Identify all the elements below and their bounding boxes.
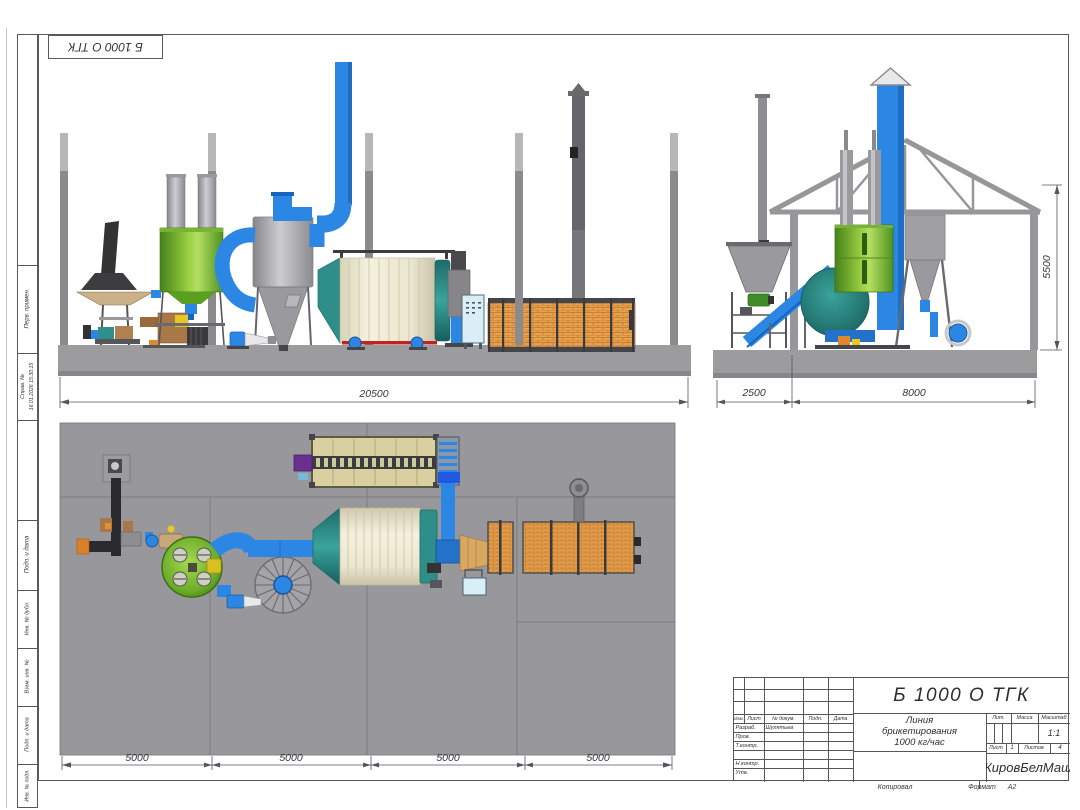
- tb-razrab-name: Шулятьев: [764, 723, 805, 732]
- belt-conveyor-plan: [294, 434, 460, 488]
- tb-product-name: Линия брикетирования 1000 кг/час: [853, 716, 986, 750]
- dim-label-20500: 20500: [358, 388, 388, 400]
- dim-label-5000-1: 5000: [125, 752, 149, 764]
- tb-line: [994, 723, 995, 743]
- tb-company: КировБелМаш: [986, 753, 1070, 782]
- tb-header-izm: Изм.: [734, 714, 744, 723]
- tb-line: [734, 750, 853, 751]
- tb-sheet-label: Лист: [986, 743, 1006, 753]
- tb-designation: Б 1000 О ТГК: [853, 678, 1070, 713]
- tb-header-data: Дата: [828, 714, 853, 723]
- footer-format-value: А2: [1002, 783, 1022, 792]
- dim-label-8000: 8000: [902, 387, 926, 399]
- margin-label-perv-primen: Перв. примен.: [23, 265, 32, 353]
- margin-label-podp-data-2: Подп. и дата: [23, 706, 32, 764]
- tb-header-masshtab: Масштаб: [1038, 713, 1070, 723]
- dim-label-2500: 2500: [741, 387, 766, 399]
- tb-scale-value: 1:1: [1038, 723, 1070, 743]
- end-elevation-view: 2500 8000 5500: [700, 55, 1070, 415]
- tb-sheets-value: 4: [1050, 743, 1070, 753]
- drawing-sheet: Б 1000 О ТГК Перв. примен. Справ. № 16.0…: [0, 0, 1080, 810]
- margin-divider: [17, 420, 38, 421]
- control-cabinet: [462, 295, 484, 349]
- margin-label-inv-podl: Инв. № подл.: [23, 764, 32, 808]
- tb-row-nkontr: Н.контр.: [734, 759, 766, 768]
- margin-print-timestamp: 16.01.2026 15:30:15: [28, 353, 37, 420]
- cyclone-separator: [253, 217, 313, 351]
- tb-header-lit: Лит.: [986, 713, 1011, 723]
- margin-label-vzam-inv: Взам. инв. №: [23, 648, 32, 706]
- furnace-plan: [488, 520, 641, 575]
- tb-line: [734, 689, 853, 690]
- dim-label-5000-2: 5000: [279, 752, 303, 764]
- ground-foundation-edge: [713, 373, 1037, 378]
- margin-label-podp-data-1: Подп. и дата: [23, 520, 32, 590]
- tb-sheet-value: 1: [1006, 743, 1018, 753]
- margin-label-inv-dubl: Инв. № дубл.: [23, 590, 32, 648]
- rotary-dryer-drum: [318, 250, 473, 350]
- side-elevation-view: 20500: [55, 55, 700, 415]
- ground-foundation-edge: [58, 371, 691, 376]
- margin-label-sprav-no: Справ. №: [19, 353, 28, 420]
- tb-line: [828, 678, 829, 782]
- ground-foundation: [713, 350, 1037, 373]
- tb-product-line2: брикетирования: [853, 727, 986, 738]
- dim-label-5500: 5500: [1041, 255, 1053, 279]
- tb-row-razrab: Разраб.: [734, 723, 766, 732]
- footer-kopiroval: Копировал: [855, 783, 935, 792]
- tb-header-list: Лист: [744, 714, 764, 723]
- tb-row-utv: Утв.: [734, 768, 766, 777]
- tb-line: [853, 751, 986, 752]
- tb-row-tkontr: Т.контр.: [734, 741, 766, 750]
- dimension-chain-5000: [62, 756, 672, 770]
- tb-row-prov: Пров.: [734, 732, 766, 741]
- tb-product-line3: 1000 кг/час: [853, 738, 986, 749]
- tb-header-massa: Масса: [1011, 713, 1038, 723]
- footer-format-label: Формат: [962, 783, 1002, 792]
- paper-edge-line: [6, 28, 7, 808]
- furnace-chimney: [568, 83, 589, 298]
- cyclone-separator: [896, 215, 952, 347]
- dim-label-5000-3: 5000: [436, 752, 460, 764]
- brick-furnace: [488, 298, 635, 352]
- plan-view: 5000 5000 5000 5000: [55, 415, 695, 775]
- tb-line: [734, 701, 853, 702]
- tb-header-doc: № докум.: [764, 714, 803, 723]
- support-column-front: [515, 133, 523, 345]
- tb-header-podp: Подп.: [803, 714, 828, 723]
- title-block: Изм. Лист № докум. Подп. Дата Разраб. Шу…: [733, 677, 1069, 781]
- cyclone-plan: [255, 557, 311, 613]
- tb-sheets-label: Листов: [1018, 743, 1050, 753]
- tb-line: [1002, 723, 1003, 743]
- press-screw-machine: [140, 313, 208, 348]
- dim-label-5000-4: 5000: [586, 752, 610, 764]
